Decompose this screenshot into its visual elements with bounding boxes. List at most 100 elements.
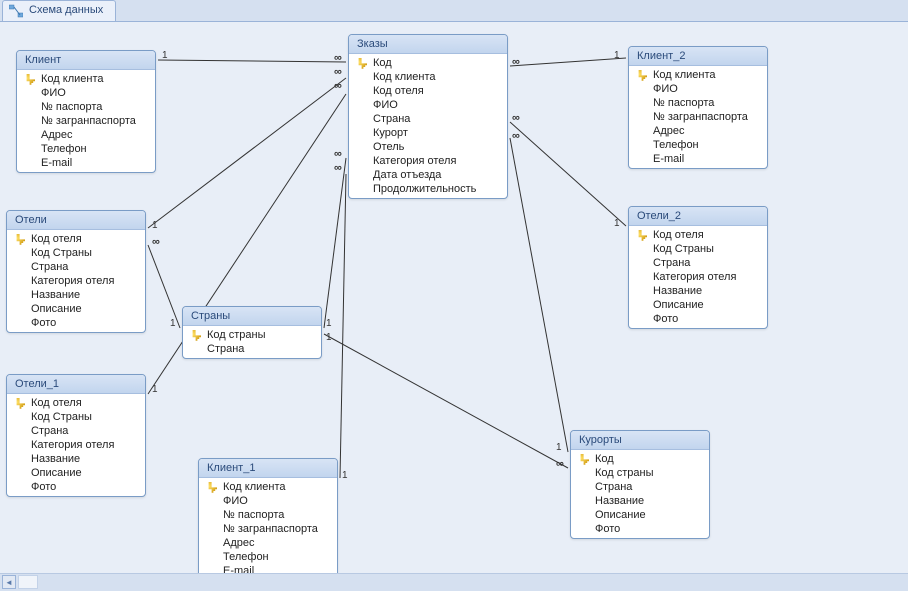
table-klient[interactable]: КлиентКод клиентаФИО№ паспорта№ загранпа… — [16, 50, 156, 173]
field[interactable]: Описание — [571, 508, 709, 522]
field-list: Код клиентаФИО№ паспорта№ загранпаспорта… — [17, 70, 155, 172]
rel-one: 1 — [556, 442, 562, 453]
table-klient2[interactable]: Клиент_2 Код клиентаФИО№ паспорта№ загран… — [628, 46, 768, 169]
table-kurorty[interactable]: КурортыКодКод страныСтранаНазваниеОписан… — [570, 430, 710, 539]
field[interactable]: Дата отъезда — [349, 168, 507, 182]
table-title[interactable]: Отели — [7, 211, 145, 230]
rel-many: ∞ — [512, 130, 520, 142]
rel-one: 1 — [152, 384, 158, 395]
field[interactable]: ФИО — [199, 494, 337, 508]
field[interactable]: Категория отеля — [7, 438, 145, 452]
field[interactable]: № загранпаспорта — [199, 522, 337, 536]
table-klient1[interactable]: Клиент_1Код клиентаФИО№ паспорта№ загран… — [198, 458, 338, 581]
field-pk[interactable]: Код отеля — [7, 396, 145, 410]
field[interactable]: E-mail — [629, 152, 767, 166]
field[interactable]: Страна — [571, 480, 709, 494]
field-pk[interactable]: Код отеля — [629, 228, 767, 242]
field[interactable]: Описание — [7, 466, 145, 480]
field[interactable]: Название — [7, 452, 145, 466]
field-pk[interactable]: Код — [349, 56, 507, 70]
field[interactable]: Категория отеля — [7, 274, 145, 288]
field[interactable]: Адрес — [629, 124, 767, 138]
rel-many: ∞ — [334, 52, 342, 64]
field-pk[interactable]: Код клиента — [629, 68, 767, 82]
field[interactable]: Код отеля — [349, 84, 507, 98]
relationships-icon — [9, 4, 23, 18]
field[interactable]: № загранпаспорта — [629, 110, 767, 124]
field-list: КодКод клиентаКод отеляФИОСтранаКурортОт… — [349, 54, 507, 198]
field[interactable]: Страна — [7, 424, 145, 438]
field[interactable]: Код Страны — [7, 246, 145, 260]
field[interactable]: № паспорта — [199, 508, 337, 522]
field-list: КодКод страныСтранаНазваниеОписаниеФото — [571, 450, 709, 538]
field[interactable]: ФИО — [17, 86, 155, 100]
field-list: Код клиентаФИО№ паспорта№ загранпаспорта… — [199, 478, 337, 580]
field-pk[interactable]: Код клиента — [199, 480, 337, 494]
scroll-track[interactable] — [18, 575, 38, 589]
field[interactable]: Код Страны — [7, 410, 145, 424]
rel-one: 1 — [152, 220, 158, 231]
field[interactable]: Страна — [629, 256, 767, 270]
field[interactable]: E-mail — [17, 156, 155, 170]
rel-one: 1 — [326, 318, 332, 329]
field[interactable]: Фото — [571, 522, 709, 536]
field[interactable]: Название — [7, 288, 145, 302]
field[interactable]: Страна — [183, 342, 321, 356]
field[interactable]: Телефон — [17, 142, 155, 156]
table-title[interactable]: Страны — [183, 307, 321, 326]
table-strany[interactable]: СтраныКод страныСтрана — [182, 306, 322, 359]
rel-many: ∞ — [334, 148, 342, 160]
field-list: Код отеляКод СтраныСтранаКатегория отеля… — [7, 394, 145, 496]
table-oteli2[interactable]: Отели_2 Код отеляКод СтраныСтранаКатегори… — [628, 206, 768, 329]
relationships-canvas[interactable]: 1 ∞ ∞ ∞ ∞ ∞ 1 ∞ ∞ ∞ 1 ∞ 1 1 1 1 1 1 1 ∞ … — [0, 22, 908, 573]
field[interactable]: Отель — [349, 140, 507, 154]
field[interactable]: Курорт — [349, 126, 507, 140]
field[interactable]: Телефон — [629, 138, 767, 152]
table-oteli1[interactable]: Отели_1Код отеляКод СтраныСтранаКатегори… — [6, 374, 146, 497]
table-oteli[interactable]: ОтелиКод отеляКод СтраныСтранаКатегория … — [6, 210, 146, 333]
scroll-left-button[interactable]: ◄ — [2, 575, 16, 589]
rel-one: 1 — [326, 332, 332, 343]
field[interactable]: Страна — [7, 260, 145, 274]
table-title[interactable]: Клиент — [17, 51, 155, 70]
table-title[interactable]: Клиент_1 — [199, 459, 337, 478]
field[interactable]: Описание — [629, 298, 767, 312]
field[interactable]: Код Страны — [629, 242, 767, 256]
field[interactable]: Страна — [349, 112, 507, 126]
field-pk[interactable]: Код — [571, 452, 709, 466]
field[interactable]: Адрес — [17, 128, 155, 142]
rel-many: ∞ — [334, 66, 342, 78]
field[interactable]: Код клиента — [349, 70, 507, 84]
table-title[interactable]: Отели_1 — [7, 375, 145, 394]
field[interactable]: Код страны — [571, 466, 709, 480]
field[interactable]: Фото — [629, 312, 767, 326]
table-zakazy[interactable]: ЗказыКодКод клиентаКод отеляФИОСтранаКур… — [348, 34, 508, 199]
tab-relationships[interactable]: Схема данных — [2, 0, 116, 21]
field-pk[interactable]: Код отеля — [7, 232, 145, 246]
field[interactable]: Адрес — [199, 536, 337, 550]
field-pk[interactable]: Код клиента — [17, 72, 155, 86]
field[interactable]: ФИО — [629, 82, 767, 96]
field[interactable]: № паспорта — [17, 100, 155, 114]
field[interactable]: № паспорта — [629, 96, 767, 110]
rel-many: ∞ — [334, 80, 342, 92]
field[interactable]: Категория отеля — [629, 270, 767, 284]
table-title[interactable]: Зказы — [349, 35, 507, 54]
field[interactable]: ФИО — [349, 98, 507, 112]
field-pk[interactable]: Код страны — [183, 328, 321, 342]
field[interactable]: Описание — [7, 302, 145, 316]
field[interactable]: Фото — [7, 316, 145, 330]
table-title[interactable]: Клиент_2 — [629, 47, 767, 66]
field[interactable]: Название — [629, 284, 767, 298]
field[interactable]: Продолжительность — [349, 182, 507, 196]
field-list: Код отеляКод СтраныСтранаКатегория отеля… — [7, 230, 145, 332]
field[interactable]: Название — [571, 494, 709, 508]
table-title[interactable]: Отели_2 — [629, 207, 767, 226]
field[interactable]: Фото — [7, 480, 145, 494]
table-title[interactable]: Курорты — [571, 431, 709, 450]
field[interactable]: Категория отеля — [349, 154, 507, 168]
field[interactable]: Телефон — [199, 550, 337, 564]
field-list: Код страныСтрана — [183, 326, 321, 358]
rel-many: ∞ — [152, 236, 160, 248]
field[interactable]: № загранпаспорта — [17, 114, 155, 128]
